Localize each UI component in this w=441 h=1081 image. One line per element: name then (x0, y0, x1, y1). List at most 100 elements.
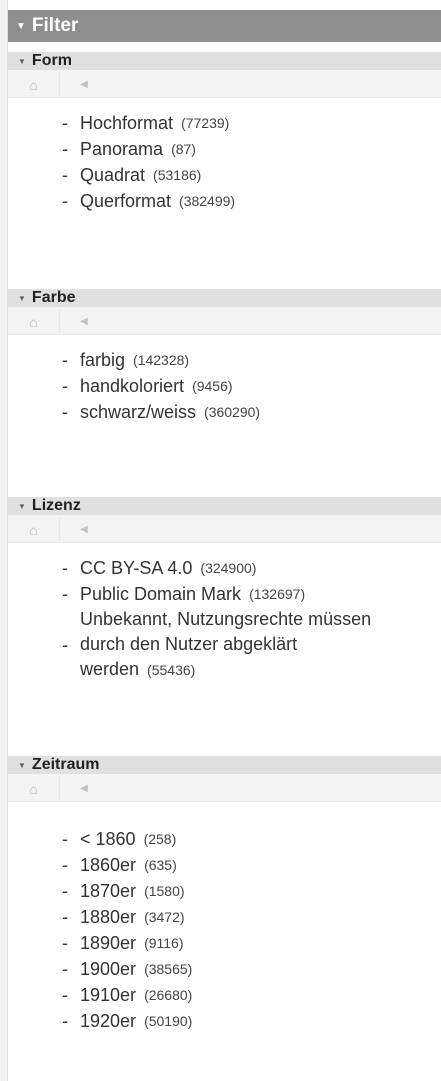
filter-item[interactable]: - Querformat (382499) (62, 188, 441, 214)
filter-item[interactable]: - Hochformat (77239) (62, 110, 441, 136)
collapse-triangle-icon: ▼ (18, 56, 26, 66)
home-icon[interactable]: ⌂ (8, 71, 60, 98)
section-header-farbe[interactable]: ▼ Farbe (8, 289, 441, 309)
section-toolbar: ⌂ ◀ (8, 516, 441, 543)
dash-marker: - (62, 349, 68, 370)
collapse-triangle-icon: ▼ (18, 760, 26, 770)
filter-item[interactable]: - Panorama (87) (62, 136, 441, 162)
filter-item-count: (132697) (249, 586, 306, 602)
filter-list: - CC BY-SA 4.0 (324900) - Public Domain Mar… (8, 555, 441, 683)
filter-item[interactable]: -1870er (1580) (62, 878, 441, 904)
filter-item[interactable]: -1880er (3472) (62, 904, 441, 930)
filter-item-label: schwarz/weiss (80, 401, 197, 422)
dash-marker: - (62, 583, 68, 604)
back-arrow-icon[interactable]: ◀ (60, 517, 108, 543)
section-title: Lizenz (31, 497, 81, 514)
filter-section-farbe: ▼ Farbe ⌂ ◀ - farbig (142328) - handkolorie… (8, 289, 441, 425)
collapse-triangle-icon: ▼ (18, 293, 26, 303)
filter-item[interactable]: -1860er (635) (62, 852, 441, 878)
filter-item-label: Public Domain Mark (80, 583, 242, 604)
back-arrow-icon[interactable]: ◀ (60, 72, 108, 98)
filter-item-label: 1890er (80, 932, 137, 953)
dash-marker: - (62, 828, 68, 849)
home-icon[interactable]: ⌂ (8, 308, 60, 335)
filter-item-count: (55436) (147, 662, 196, 678)
section-toolbar: ⌂ ◀ (8, 775, 441, 802)
filter-item-label: Querformat (80, 190, 172, 211)
dash-marker: - (62, 984, 68, 1005)
dash-marker: - (62, 112, 68, 133)
filter-item[interactable]: -1920er (50190) (62, 1008, 441, 1034)
filter-item[interactable]: -1890er (9116) (62, 930, 441, 956)
filter-item[interactable]: - schwarz/weiss (360290) (62, 399, 441, 425)
filter-item-label: 1860er (80, 854, 137, 875)
section-title: Zeitraum (31, 756, 100, 773)
dash-marker: - (62, 906, 68, 927)
filter-section-lizenz: ▼ Lizenz ⌂ ◀ - CC BY-SA 4.0 (324900) - Publ… (8, 497, 441, 683)
section-header-lizenz[interactable]: ▼ Lizenz (8, 497, 441, 517)
dash-marker: - (62, 375, 68, 396)
filter-item-count: (87) (171, 141, 196, 157)
dash-marker: - (62, 880, 68, 901)
filter-item-label: Panorama (80, 138, 164, 159)
dash-marker: - (62, 557, 68, 578)
dash-marker: - (62, 164, 68, 185)
collapse-triangle-icon: ▼ (16, 20, 26, 32)
filter-item-label: farbig (80, 349, 126, 370)
filter-item-label: < 1860 (80, 828, 136, 849)
dash-marker: - (62, 1010, 68, 1031)
filter-item-count: (53186) (153, 167, 202, 183)
filter-item-count: (382499) (179, 193, 236, 209)
filter-item-label: 1880er (80, 906, 137, 927)
filter-item-label: 1910er (80, 984, 137, 1005)
filter-item[interactable]: - Unbekannt, Nutzungsrechte müssen durch … (62, 607, 441, 683)
filter-item[interactable]: - Public Domain Mark (132697) (62, 581, 441, 607)
filter-item-count: (258) (143, 831, 177, 847)
back-arrow-icon[interactable]: ◀ (60, 309, 108, 335)
filter-item-count: (50190) (144, 1013, 193, 1029)
left-border (0, 0, 8, 1081)
dash-marker: - (62, 854, 68, 875)
dash-marker: - (62, 138, 68, 159)
filter-item-count: (3472) (144, 909, 185, 925)
filter-item[interactable]: -1900er (38565) (62, 956, 441, 982)
dash-marker: - (62, 634, 68, 655)
home-icon[interactable]: ⌂ (8, 775, 60, 802)
filter-section-form: ▼ Form ⌂ ◀ - Hochformat (77239) - Panorama(… (8, 52, 441, 214)
filter-item[interactable]: - handkoloriert (9456) (62, 373, 441, 399)
filter-item[interactable]: - < 1860 (258) (62, 826, 441, 852)
section-toolbar: ⌂ ◀ (8, 71, 441, 98)
section-header-zeitraum[interactable]: ▼ Zeitraum (8, 756, 441, 776)
filter-item[interactable]: - farbig (142328) (62, 347, 441, 373)
filter-item-label: Hochformat (80, 112, 174, 133)
section-title: Farbe (31, 289, 76, 306)
filter-header[interactable]: ▼ Filter (8, 10, 441, 42)
filter-item-count: (26680) (144, 987, 193, 1003)
filter-title: Filter (31, 15, 79, 36)
section-title: Form (31, 52, 72, 69)
filter-item[interactable]: -1910er (26680) (62, 982, 441, 1008)
filter-list: - < 1860 (258) -1860er (635) -1870er (1580) … (8, 826, 441, 1034)
filter-item-count: (142328) (133, 352, 190, 368)
dash-marker: - (62, 932, 68, 953)
collapse-triangle-icon: ▼ (18, 501, 26, 511)
filter-item-count: (360290) (204, 404, 261, 420)
section-header-form[interactable]: ▼ Form (8, 52, 441, 72)
filter-item-count: (77239) (181, 115, 230, 131)
filter-item-label: Quadrat (80, 164, 146, 185)
filter-item-count: (9456) (192, 378, 233, 394)
back-arrow-icon[interactable]: ◀ (60, 776, 108, 802)
filter-item-label: Unbekannt, Nutzungsrechte müssen durch d… (80, 609, 372, 679)
dash-marker: - (62, 958, 68, 979)
filter-item-count: (324900) (200, 560, 257, 576)
filter-item-count: (9116) (144, 935, 184, 951)
section-toolbar: ⌂ ◀ (8, 308, 441, 335)
filter-item-count: (635) (144, 857, 177, 873)
filter-item[interactable]: - CC BY-SA 4.0 (324900) (62, 555, 441, 581)
filter-item-label: handkoloriert (80, 375, 185, 396)
home-icon[interactable]: ⌂ (8, 516, 60, 543)
dash-marker: - (62, 190, 68, 211)
filter-item-count: (1580) (144, 883, 185, 899)
filter-item[interactable]: - Quadrat (53186) (62, 162, 441, 188)
filter-item-count: (38565) (144, 961, 193, 977)
